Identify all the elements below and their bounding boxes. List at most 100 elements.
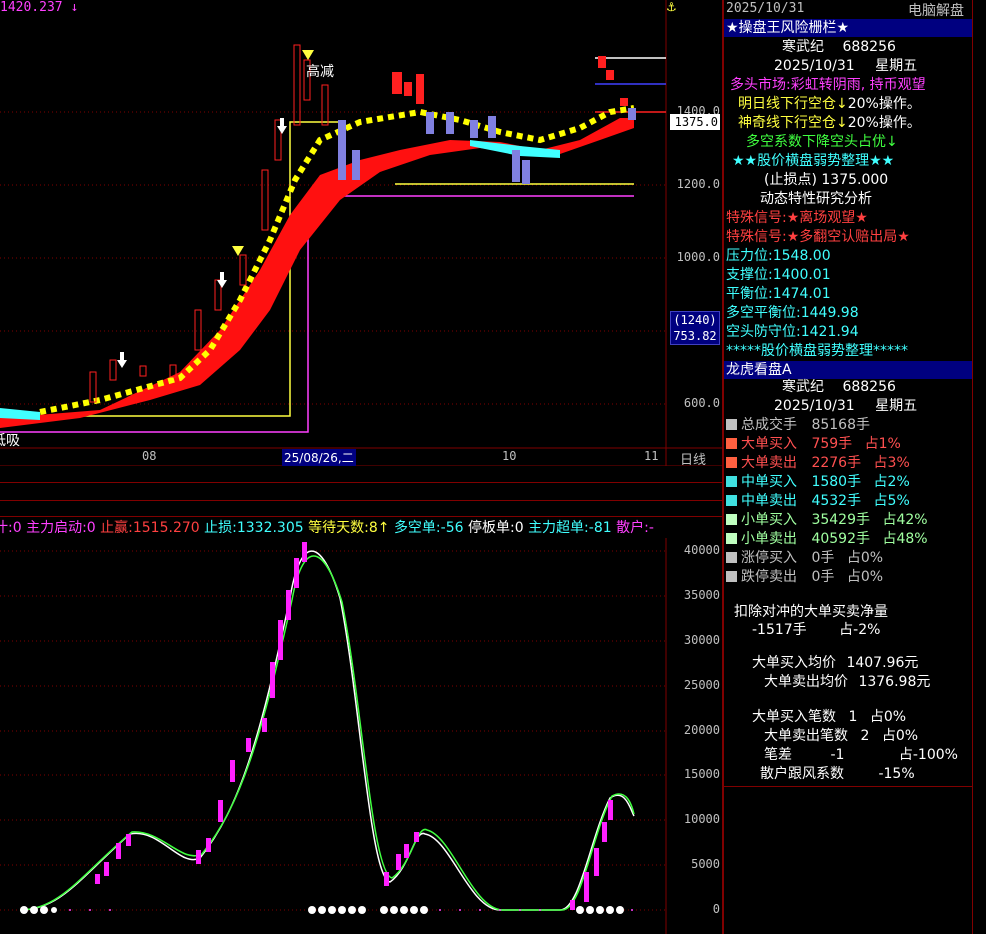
net-row: -1517手 占-2%	[752, 621, 880, 640]
order-value: 1580手	[811, 474, 862, 490]
indicator-item: 止赢:1515.270	[100, 520, 200, 536]
order-label: 跌停卖出	[741, 569, 797, 585]
trend-text: 多空系数下降空头占优↓	[746, 134, 898, 150]
buy-count-pct: 占0%	[869, 709, 907, 725]
short-defense-label: 空头防守位:	[726, 324, 801, 340]
avg-sell-label: 大单卖出均价	[764, 674, 848, 690]
balance-value: 1474.01	[772, 286, 831, 302]
y-tick-1200: 1200.0	[676, 177, 720, 191]
dragon-date: 2025/10/31	[774, 398, 855, 414]
stock-code: 688256	[842, 379, 896, 395]
signal-value: ★离场观望★	[786, 210, 868, 226]
analysis-title: 动态特性研究分析	[760, 191, 872, 207]
lower-y-tick: 40000	[683, 543, 720, 557]
order-row: 大单卖出 2276手 占3%	[726, 454, 970, 473]
empty-strip-1	[0, 482, 722, 483]
lower-y-tick: 10000	[683, 812, 720, 826]
risk-date-row: 2025/10/31 星期五	[726, 57, 917, 76]
avg-buy-value: 1407.96元	[846, 655, 919, 671]
diff-pct: 占-100%	[898, 747, 958, 763]
indicator-item: 多空单:-56	[393, 520, 464, 536]
order-label: 总成交手	[741, 417, 797, 433]
order-pct: 占0%	[846, 569, 884, 585]
legend-swatch	[726, 514, 737, 525]
order-flow-list: 总成交手 85168手 大单买入 759手 占1% 大单卖出 2276手 占3%…	[726, 416, 970, 587]
indicator-item: 止损:1332.305	[204, 520, 304, 536]
risk-date: 2025/10/31	[774, 58, 855, 74]
lower-y-tick: 15000	[683, 767, 720, 781]
order-value: 40592手	[811, 531, 870, 547]
signal-value: ★多翻空认赔出局★	[786, 229, 910, 245]
order-row: 中单卖出 4532手 占5%	[726, 492, 970, 511]
sell-count-label: 大单卖出笔数	[764, 728, 848, 744]
indicator-item: 主力启动:0	[26, 520, 96, 536]
x-label-10: 10	[502, 449, 517, 463]
lower-y-tick: 0	[712, 902, 720, 916]
avg-buy-label: 大单买入均价	[752, 655, 836, 671]
cursor-price-index: (1240)	[673, 313, 717, 327]
tomorrow-line-prefix: 明日线下行空仓↓	[738, 96, 848, 112]
indicator-bar: 汁:0 主力启动:0 止赢:1515.270 止损:1332.305 等待天数:…	[0, 518, 722, 538]
side-panel-right-border	[972, 0, 973, 934]
order-pct: 占48%	[882, 531, 928, 547]
order-row: 中单买入 1580手 占2%	[726, 473, 970, 492]
follow-row: 散户跟风系数 -15%	[760, 765, 915, 784]
legend-swatch	[726, 533, 737, 544]
legend-swatch	[726, 457, 737, 468]
support-value: 1400.01	[772, 267, 831, 283]
low-buy-label: 低吸	[0, 433, 20, 449]
indicator-item: 散户:-	[616, 520, 654, 536]
follow-label: 散户跟风系数	[760, 766, 844, 782]
balance-label: 平衡位:	[726, 286, 773, 302]
net-title: 扣除对冲的大单买卖净量	[734, 604, 888, 620]
order-row: 跌停卖出 0手 占0%	[726, 568, 970, 587]
buy-count-row: 大单买入笔数 1 占0%	[752, 708, 906, 727]
pressure-row: 压力位:1548.00	[726, 247, 831, 266]
dragon-stock-row: 寒武纪 688256	[726, 378, 896, 397]
legend-swatch	[726, 476, 737, 487]
signal-row-1: 特殊信号:★离场观望★	[726, 209, 868, 228]
y-tick-1000: 1000.0	[676, 250, 720, 264]
dragon-date-row: 2025/10/31 星期五	[726, 397, 917, 416]
order-label: 中单买入	[741, 474, 797, 490]
legend-swatch	[726, 552, 737, 563]
order-value: 4532手	[811, 493, 862, 509]
avg-buy-row: 大单买入均价 1407.96元	[752, 654, 918, 673]
order-pct: 占3%	[873, 455, 910, 471]
lower-indicator-chart[interactable]: 40000 35000 30000 25000 20000 15000 1000…	[0, 538, 722, 934]
stop-loss-value: 1375.000	[821, 172, 889, 188]
order-label: 中单卖出	[741, 493, 797, 509]
dragon-weekday: 星期五	[875, 398, 918, 414]
pressure-label: 压力位:	[726, 248, 773, 264]
cyan-band	[0, 408, 40, 420]
sell-count-row: 大单卖出笔数 2 占0%	[764, 727, 918, 746]
dragon-panel-title[interactable]: 龙虎看盘A	[724, 361, 972, 379]
high-reduce-label: 高减	[306, 64, 334, 80]
main-chart[interactable]: 1420.237 ↓ ⚓ 高减 吸 1400.0 1200.0 1000.0 6…	[0, 0, 722, 468]
order-label: 大单买入	[741, 436, 797, 452]
computer-analysis-button[interactable]: 电脑解盘	[908, 0, 964, 20]
tomorrow-line: 明日线下行空仓↓20%操作。	[738, 95, 921, 114]
net-pct: 占-2%	[839, 622, 881, 638]
buy-count-label: 大单买入笔数	[752, 709, 836, 725]
order-label: 大单卖出	[741, 455, 797, 471]
x-label-08: 08	[142, 449, 157, 463]
empty-strip-3	[0, 516, 722, 517]
lower-y-tick: 5000	[691, 857, 720, 871]
avg-sell-row: 大单卖出均价 1376.98元	[764, 673, 930, 692]
sell-count-pct: 占0%	[881, 728, 919, 744]
lower-chart-svg	[0, 538, 667, 934]
stock-name: 寒武纪	[782, 39, 824, 55]
empty-strip-2	[0, 500, 722, 501]
order-pct: 占1%	[864, 436, 901, 452]
lower-y-tick: 25000	[683, 678, 720, 692]
period-label[interactable]: 日线	[680, 449, 706, 468]
support-row: 支撑位:1400.01	[726, 266, 831, 285]
tomorrow-line-value: 20%操作。	[847, 96, 921, 112]
indicator-item: 等待天数:8↑	[308, 520, 390, 536]
market-text: 多头市场:彩虹转阴雨, 持币观望	[730, 77, 926, 93]
risk-panel-title[interactable]: ★操盘王风险栅栏★	[724, 19, 972, 37]
indicator-item: 主力超单:-81	[528, 520, 612, 536]
balance-row: 平衡位:1474.01	[726, 285, 831, 304]
order-value: 0手	[811, 569, 835, 585]
